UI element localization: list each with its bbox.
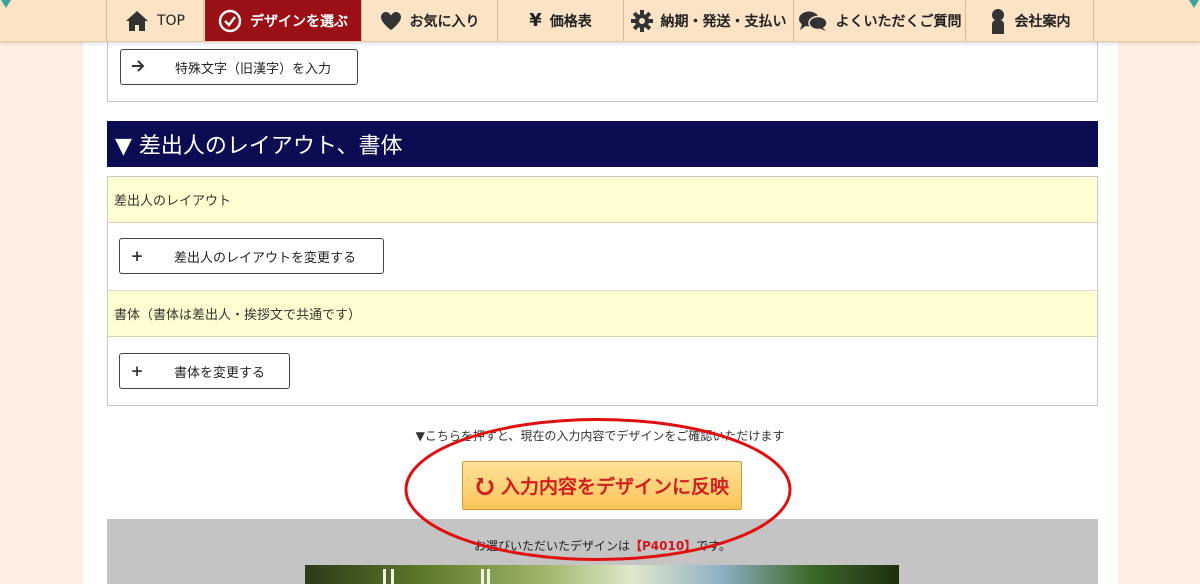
special-characters-button[interactable]: 特殊文字（旧漢字）を入力 (120, 49, 358, 85)
design-preview-image (305, 565, 899, 584)
nav-item-faq[interactable]: よくいただくご質問 (794, 0, 966, 41)
nav-item-price-list[interactable]: ¥ 価格表 (498, 0, 624, 41)
plus-icon: + (130, 247, 144, 265)
nav-item-label: デザインを選ぶ (250, 13, 348, 30)
check-circle-icon (218, 9, 242, 33)
corner-decoration (1, 0, 11, 8)
design-code-bracket: 】 (684, 539, 697, 553)
gear-icon (630, 9, 653, 32)
nav-item-top[interactable]: TOP (106, 0, 204, 41)
selected-design-suffix: です。 (696, 539, 732, 553)
nav-item-label: お気に入り (409, 13, 480, 30)
change-sender-layout-label: 差出人のレイアウトを変更する (174, 250, 357, 266)
yen-icon: ¥ (529, 10, 542, 31)
change-font-button[interactable]: + 書体を変更する (119, 353, 290, 389)
selected-design-panel: お選びいただいたデザインは【P4010】です。 (107, 519, 1098, 584)
sender-layout-label: 差出人のレイアウト (108, 177, 1097, 223)
change-sender-layout-button[interactable]: + 差出人のレイアウトを変更する (119, 238, 384, 274)
nav-item-label: 会社案内 (1014, 13, 1071, 30)
apply-hint-text: ▼こちらを押すと、現在の入力内容でデザインをご確認いただけます (415, 429, 785, 443)
preview-decoration (481, 569, 484, 584)
nav-item-favorites[interactable]: お気に入り (362, 0, 498, 41)
plus-icon: + (130, 362, 144, 380)
refresh-icon (475, 476, 495, 496)
apply-to-design-label: 入力内容をデザインに反映 (500, 476, 729, 498)
nav-item-choose-design[interactable]: デザインを選ぶ (205, 0, 362, 41)
apply-to-design-button[interactable]: 入力内容をデザインに反映 (462, 461, 742, 510)
sender-layout-section-header: ▼ 差出人のレイアウト、書体 (107, 121, 1098, 167)
design-code-bracket: 【 (629, 539, 642, 553)
arrow-right-icon (121, 58, 155, 76)
nav-item-label: 価格表 (549, 13, 592, 30)
nav-item-label: 納期・発送・支払い (660, 13, 787, 30)
change-font-label: 書体を変更する (174, 365, 266, 381)
preview-decoration (487, 569, 490, 584)
nav-item-delivery-payment[interactable]: 納期・発送・支払い (624, 0, 794, 41)
chat-bubbles-icon (798, 10, 828, 32)
corner-decoration (1189, 0, 1199, 8)
preview-decoration (383, 569, 386, 584)
nav-item-label: TOP (156, 12, 185, 29)
selected-design-text: お選びいただいたデザインは【P4010】です。 (107, 537, 1098, 554)
preview-decoration (391, 569, 394, 584)
selected-design-prefix: お選びいただいたデザインは (473, 539, 630, 553)
heart-icon (380, 11, 402, 31)
home-icon (125, 10, 149, 32)
nav-item-company[interactable]: 会社案内 (966, 0, 1094, 41)
design-code: P4010 (642, 539, 685, 553)
person-icon (989, 8, 1007, 34)
special-characters-button-label: 特殊文字（旧漢字）を入力 (175, 61, 332, 77)
font-label: 書体（書体は差出人・挨拶文で共通です） (108, 291, 1097, 337)
nav-item-label: よくいただくご質問 (835, 13, 962, 30)
sender-layout-font-box: 差出人のレイアウト + 差出人のレイアウトを変更する 書体（書体は差出人・挨拶文… (107, 176, 1098, 406)
top-navigation: TOP デザインを選ぶ お気に入り ¥ 価格表 納期・発送・支払い よくいただく… (0, 0, 1200, 42)
